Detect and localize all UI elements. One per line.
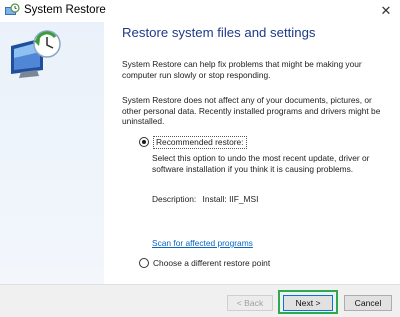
title-bar: System Restore ✕ (0, 0, 400, 22)
restore-description: Description: Install: IIF_MSI (152, 194, 258, 205)
recommended-restore-label: Recommended restore: (153, 136, 247, 149)
recommended-restore-radio[interactable] (139, 137, 149, 148)
back-button[interactable]: < Back (227, 295, 273, 311)
intro-paragraph: System Restore can help fix problems tha… (122, 59, 362, 80)
content-area: Restore system files and settings System… (122, 22, 392, 284)
close-button[interactable]: ✕ (372, 0, 400, 22)
page-heading: Restore system files and settings (122, 25, 316, 40)
different-restore-point-radio[interactable] (139, 258, 149, 269)
description-label: Description: (152, 194, 197, 204)
recommended-restore-option[interactable]: Recommended restore: (139, 136, 247, 149)
system-restore-clock-monitor-icon (11, 30, 61, 78)
different-restore-point-label: Choose a different restore point (153, 258, 271, 268)
scan-affected-programs-link[interactable]: Scan for affected programs (152, 238, 253, 249)
next-button[interactable]: Next > (283, 295, 333, 311)
button-bar: < Back Next > Cancel (0, 284, 400, 317)
window-title: System Restore (24, 4, 106, 16)
info-paragraph: System Restore does not affect any of yo… (122, 95, 381, 127)
system-restore-icon (5, 3, 20, 15)
description-value: Install: IIF_MSI (202, 194, 259, 204)
close-icon: ✕ (380, 3, 392, 18)
cancel-button[interactable]: Cancel (344, 295, 392, 311)
recommended-restore-description: Select this option to undo the most rece… (152, 153, 370, 174)
left-panel (0, 22, 104, 284)
different-restore-point-option[interactable]: Choose a different restore point (139, 258, 270, 269)
